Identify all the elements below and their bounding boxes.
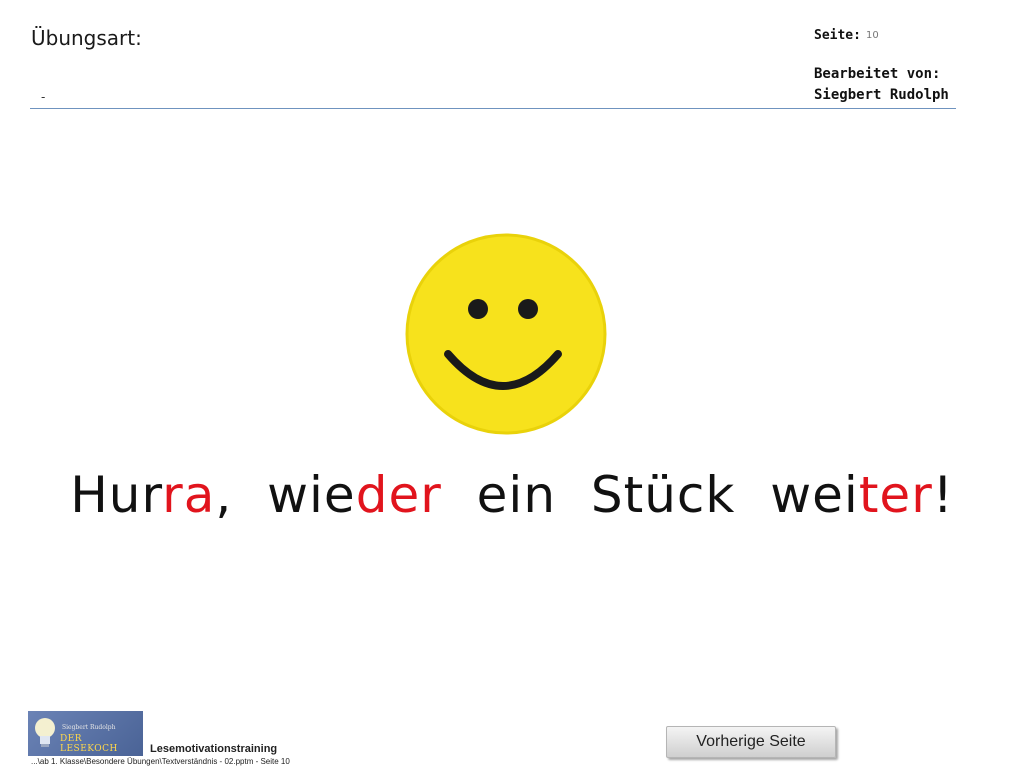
message-part-highlight: der: [355, 466, 442, 524]
message-part: , wie: [215, 466, 356, 524]
header-divider: [30, 108, 956, 109]
message-part-highlight: ter: [858, 466, 933, 524]
exercise-type-label: Übungsart:: [31, 26, 142, 50]
edited-by-label: Bearbeitet von:: [814, 66, 941, 82]
leseskoch-logo: Siegbert Rudolph DER LESEKOCH: [28, 711, 143, 756]
program-name: Lesemotivationstraining: [150, 743, 278, 755]
exercise-type-value: -: [41, 90, 46, 104]
message-part: !: [932, 466, 954, 524]
page-label: Seite:: [814, 28, 861, 43]
logo-brand: DER LESEKOCH: [60, 734, 118, 754]
smiley-face-image: [405, 233, 607, 435]
message-part-highlight: ra: [162, 466, 216, 524]
logo-name: Siegbert Rudolph: [62, 724, 116, 731]
page-number: 10: [866, 30, 879, 41]
author-name: Siegbert Rudolph: [814, 87, 949, 103]
lightbulb-icon: [35, 718, 55, 747]
previous-page-button[interactable]: Vorherige Seite: [666, 726, 836, 758]
file-path: ...\ab 1. Klasse\Besondere Übungen\Textv…: [31, 757, 290, 766]
message-part: Hur: [70, 466, 163, 524]
message-part: ein Stück wei: [441, 466, 859, 524]
success-message: Hurra, wieder ein Stück weiter!: [0, 466, 1024, 524]
